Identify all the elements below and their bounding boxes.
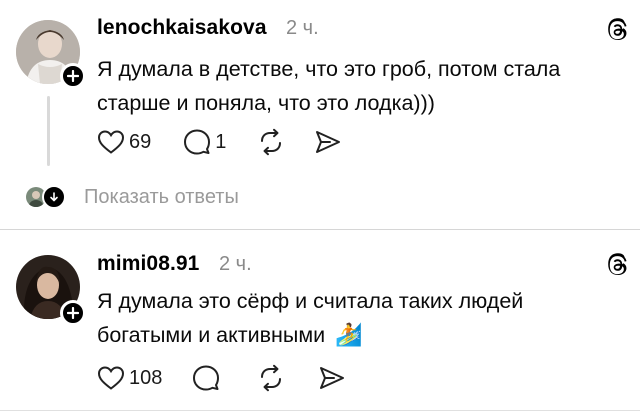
- username[interactable]: lenochkaisakova: [97, 16, 267, 40]
- surfer-emoji: 🏄: [335, 322, 363, 347]
- plus-icon: [67, 307, 79, 319]
- comment-button[interactable]: [192, 364, 220, 392]
- repost-button[interactable]: [256, 364, 286, 392]
- timestamp: 2 ч.: [219, 253, 252, 275]
- chevron-down-icon: [42, 185, 66, 209]
- comment-icon: [193, 365, 220, 391]
- comment-count: 1: [215, 130, 227, 153]
- post-text-line-1: Я думала это сёрф и считала таких людей: [97, 289, 524, 313]
- post-text-line-2: богатыми и активными 🏄: [97, 318, 523, 352]
- username[interactable]: mimi08.91: [97, 252, 199, 276]
- share-icon: [320, 367, 345, 389]
- like-count: 69: [129, 130, 152, 153]
- timestamp: 2 ч.: [286, 17, 319, 39]
- repost-icon: [261, 128, 282, 156]
- follow-plus-button[interactable]: [60, 63, 86, 89]
- post-text-line-1: Я думала в детстве, что это гроб, потом …: [97, 57, 561, 81]
- action-bar: 69 1: [97, 128, 342, 156]
- follow-plus-button[interactable]: [60, 300, 86, 326]
- threads-logo-icon[interactable]: [605, 253, 629, 277]
- thread-line: [47, 96, 50, 166]
- post-text: Я думала это сёрф и считала таких людей …: [97, 284, 523, 352]
- like-count: 108: [129, 366, 163, 389]
- divider: [0, 229, 640, 230]
- repost-button[interactable]: [256, 128, 286, 156]
- share-button[interactable]: [314, 129, 342, 155]
- comment-button[interactable]: 1: [183, 128, 226, 156]
- comment-icon: [184, 129, 211, 155]
- share-button[interactable]: [318, 365, 346, 391]
- repost-icon: [261, 364, 282, 392]
- action-bar: 108: [97, 364, 346, 392]
- heart-icon: [97, 130, 125, 154]
- threads-logo-icon[interactable]: [605, 18, 629, 42]
- show-replies-link[interactable]: Показать ответы: [84, 186, 239, 209]
- heart-icon: [97, 366, 125, 390]
- bottom-divider: [0, 410, 640, 411]
- share-icon: [316, 131, 341, 153]
- post-text-line-2-words: богатыми и активными: [97, 323, 326, 347]
- show-replies-row[interactable]: Показать ответы: [24, 182, 239, 212]
- post-text: Я думала в детстве, что это гроб, потом …: [97, 52, 560, 120]
- like-button[interactable]: 108: [97, 365, 162, 391]
- post-text-line-2: старше и поняла, что это лодка))): [97, 91, 435, 115]
- plus-icon: [67, 70, 79, 82]
- like-button[interactable]: 69: [97, 129, 151, 155]
